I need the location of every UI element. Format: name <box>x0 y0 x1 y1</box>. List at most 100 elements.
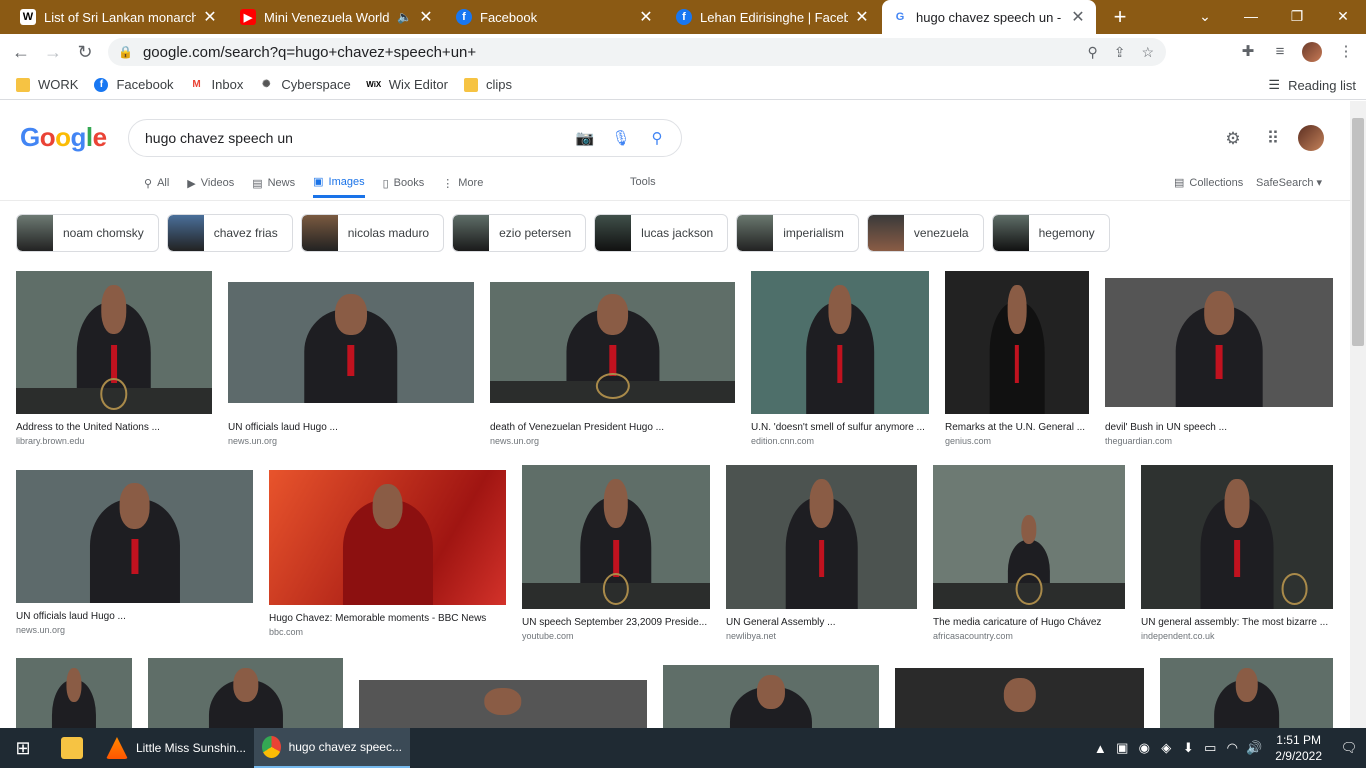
result-caption[interactable]: Remarks at the U.N. General ... <box>945 422 1089 433</box>
chip-nicolas-maduro[interactable]: nicolas maduro <box>300 214 445 252</box>
result-caption[interactable]: devil' Bush in UN speech ... <box>1105 422 1333 433</box>
scrollbar-thumb[interactable] <box>1352 118 1364 346</box>
image-result[interactable]: UN General Assembly ... newlibya.net <box>726 465 917 641</box>
extensions-icon[interactable]: ✚ <box>1238 42 1258 62</box>
taskbar-vlc[interactable]: Little Miss Sunshin... <box>98 728 254 768</box>
network-icon[interactable]: ◈ <box>1155 740 1177 756</box>
image-result[interactable]: UN officials laud Hugo ... news.un.org <box>16 470 253 635</box>
bookmark-work[interactable]: WORK <box>16 77 78 92</box>
result-caption[interactable]: UN officials laud Hugo ... <box>228 422 474 433</box>
result-image[interactable] <box>751 271 929 414</box>
result-image[interactable] <box>522 465 710 609</box>
image-result[interactable]: UN officials laud Hugo ... news.un.org <box>228 282 474 446</box>
image-result[interactable] <box>16 658 132 728</box>
image-result[interactable]: death of Venezuelan President Hugo ... n… <box>490 282 735 446</box>
chip-chavez-frias[interactable]: chavez frias <box>166 214 293 252</box>
bookmark-facebook[interactable]: f Facebook <box>94 77 174 92</box>
image-result[interactable]: devil' Bush in UN speech ... theguardian… <box>1105 278 1333 446</box>
result-caption[interactable]: The media caricature of Hugo Chávez <box>933 617 1125 628</box>
image-result[interactable]: Remarks at the U.N. General ... genius.c… <box>945 271 1089 446</box>
account-avatar[interactable] <box>1298 125 1324 151</box>
tab-news[interactable]: ▤ News <box>252 172 295 194</box>
image-result[interactable]: Address to the United Nations ... librar… <box>16 271 212 446</box>
notification-icon[interactable]: 🗨 <box>1332 740 1366 756</box>
volume-icon[interactable]: 🔊 <box>1243 740 1265 756</box>
zoom-icon[interactable]: ⚲ <box>1087 44 1097 61</box>
menu-icon[interactable]: ⋮ <box>1336 42 1356 62</box>
result-caption[interactable]: UN general assembly: The most bizarre ..… <box>1141 617 1333 628</box>
result-image[interactable] <box>726 465 917 609</box>
result-image[interactable] <box>359 680 647 728</box>
tab-videos[interactable]: ▶ Videos <box>187 172 234 194</box>
result-image[interactable] <box>1105 278 1333 407</box>
back-button[interactable]: ← <box>8 40 34 64</box>
safesearch-button[interactable]: SafeSearch ▾ <box>1256 176 1322 189</box>
tab-books[interactable]: ▯ Books <box>383 172 425 194</box>
result-image[interactable] <box>148 658 343 728</box>
settings-gear-icon[interactable]: ⚙ <box>1222 128 1244 150</box>
result-image[interactable] <box>945 271 1089 414</box>
result-image[interactable] <box>490 282 735 403</box>
bookmark-clips[interactable]: clips <box>463 77 512 92</box>
file-explorer-button[interactable] <box>46 728 98 768</box>
image-result[interactable] <box>663 665 879 728</box>
sync-tray-icon[interactable]: ◉ <box>1133 740 1155 756</box>
share-icon[interactable]: ⇪ <box>1114 44 1126 61</box>
taskbar-chrome[interactable]: hugo chavez speec... <box>254 728 410 768</box>
reading-list[interactable]: ☰ Reading list <box>1268 70 1356 100</box>
bookmark-wix[interactable]: WiX Wix Editor <box>366 77 448 92</box>
close-window-button[interactable]: ✕ <box>1320 0 1366 34</box>
wifi-icon[interactable]: ◠ <box>1221 740 1243 756</box>
result-caption[interactable]: UN General Assembly ... <box>726 617 917 628</box>
search-icon[interactable]: ⚲ <box>647 129 667 149</box>
image-result[interactable] <box>895 668 1144 728</box>
tools-button[interactable]: Tools <box>630 176 656 188</box>
bookmark-star-icon[interactable]: ☆ <box>1141 44 1154 61</box>
result-image[interactable] <box>269 470 506 605</box>
audio-icon[interactable]: 🔈 <box>397 10 412 24</box>
chip-ezio-petersen[interactable]: ezio petersen <box>452 214 587 252</box>
image-result[interactable] <box>148 658 343 728</box>
camera-icon[interactable]: 📷 <box>575 129 595 149</box>
battery-icon[interactable]: ▭ <box>1199 740 1221 756</box>
result-image[interactable] <box>16 271 212 414</box>
clock[interactable]: 1:51 PM 2/9/2022 <box>1275 732 1322 764</box>
result-caption[interactable]: U.N. 'doesn't smell of sulfur anymore ..… <box>751 422 929 433</box>
restore-button[interactable]: ❐ <box>1274 0 1320 34</box>
chip-noam-chomsky[interactable]: noam chomsky <box>16 214 159 252</box>
image-result[interactable] <box>359 680 647 728</box>
media-control-icon[interactable]: ≡ <box>1270 42 1290 62</box>
tab-all[interactable]: ⚲ All <box>144 172 169 194</box>
browser-tab[interactable]: W List of Sri Lankan monarchs - ✕ <box>10 0 228 34</box>
chip-lucas-jackson[interactable]: lucas jackson <box>594 214 729 252</box>
new-tab-button[interactable]: + <box>1108 5 1132 29</box>
collections-button[interactable]: ▤ Collections <box>1174 176 1243 190</box>
search-input[interactable]: hugo chavez speech un 📷 🎙 ⚲ <box>128 119 682 157</box>
profile-avatar[interactable] <box>1302 42 1322 62</box>
tab-search-icon[interactable]: ⌄ <box>1182 0 1228 34</box>
chip-imperialism[interactable]: imperialism <box>736 214 859 252</box>
result-caption[interactable]: death of Venezuelan President Hugo ... <box>490 422 735 433</box>
browser-tab-active[interactable]: G hugo chavez speech un - Go ✕ <box>882 0 1096 34</box>
torrent-tray-icon[interactable]: ⬇ <box>1177 740 1199 756</box>
close-tab-icon[interactable]: ✕ <box>418 7 434 27</box>
reload-button[interactable]: ↻ <box>72 40 98 64</box>
tab-images[interactable]: ▣ Images <box>313 172 365 198</box>
app-tray-icon[interactable]: ▣ <box>1111 740 1133 756</box>
microphone-icon[interactable]: 🎙 <box>611 129 631 149</box>
image-result[interactable]: U.N. 'doesn't smell of sulfur anymore ..… <box>751 271 929 446</box>
vlc-tray-icon[interactable]: ▲ <box>1089 741 1111 756</box>
result-image[interactable] <box>1160 658 1333 728</box>
result-caption[interactable]: UN officials laud Hugo ... <box>16 611 253 622</box>
lock-icon[interactable]: 🔒 <box>118 45 133 59</box>
apps-grid-icon[interactable]: ⠿ <box>1262 128 1284 150</box>
result-caption[interactable]: Hugo Chavez: Memorable moments - BBC New… <box>269 613 506 624</box>
image-result[interactable] <box>1160 658 1333 728</box>
result-image[interactable] <box>16 658 132 728</box>
omnibox[interactable]: 🔒 google.com/search?q=hugo+chavez+speech… <box>108 38 1166 66</box>
bookmark-cyberspace[interactable]: ✺ Cyberspace <box>259 77 351 92</box>
tab-more[interactable]: ⋮ More <box>442 172 483 194</box>
forward-button[interactable]: → <box>40 40 66 64</box>
result-caption[interactable]: UN speech September 23,2009 Preside... <box>522 617 710 628</box>
image-result[interactable]: The media caricature of Hugo Chávez afri… <box>933 465 1125 641</box>
